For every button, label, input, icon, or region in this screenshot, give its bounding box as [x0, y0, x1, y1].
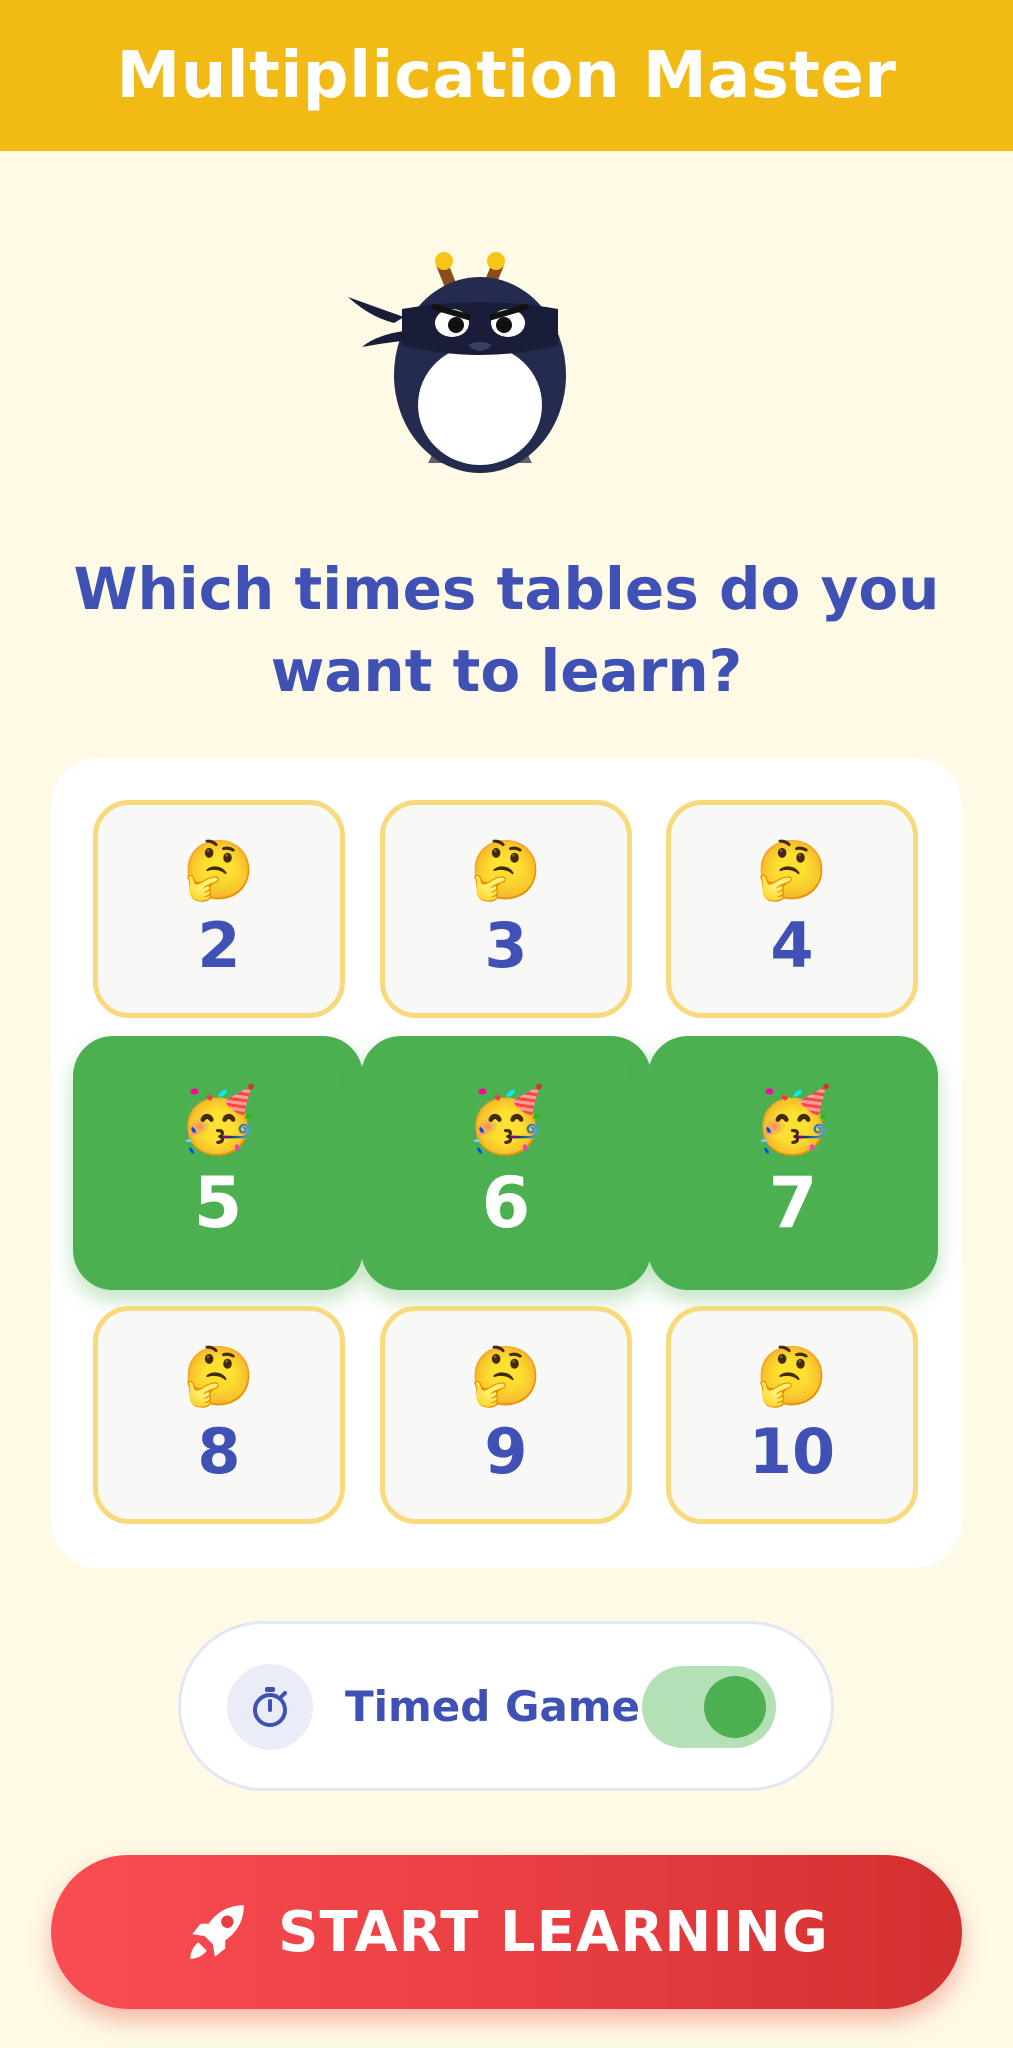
table-number: 10 [748, 1415, 836, 1488]
start-learning-button[interactable]: START LEARNING [51, 1855, 962, 2009]
question-line-1: Which times tables do you [73, 555, 940, 623]
table-option-7[interactable]: 🥳 7 [648, 1036, 938, 1290]
table-option-2[interactable]: 🤔 2 [93, 800, 345, 1018]
question-line-2: want to learn? [270, 637, 743, 705]
timed-game-setting: Timed Game [178, 1621, 834, 1791]
partying-face-icon: 🥳 [753, 1084, 833, 1158]
table-number: 6 [481, 1162, 531, 1244]
partying-face-icon: 🥳 [466, 1084, 546, 1158]
table-number: 3 [484, 909, 528, 982]
table-option-5[interactable]: 🥳 5 [73, 1036, 363, 1290]
toggle-knob [704, 1676, 766, 1738]
timed-game-label: Timed Game [345, 1682, 641, 1731]
partying-face-icon: 🥳 [178, 1084, 258, 1158]
table-option-3[interactable]: 🤔 3 [380, 800, 632, 1018]
timed-game-toggle[interactable] [642, 1666, 776, 1748]
question-heading: Which times tables do you want to learn? [60, 548, 953, 712]
table-number: 7 [768, 1162, 818, 1244]
thinking-face-icon: 🤔 [469, 1342, 543, 1410]
thinking-face-icon: 🤔 [755, 836, 829, 904]
thinking-face-icon: 🤔 [755, 1342, 829, 1410]
start-learning-label: START LEARNING [278, 1899, 829, 1965]
times-table-grid: 🤔 2 🤔 3 🤔 4 🥳 5 🥳 6 🥳 7 🤔 8 🤔 9 🤔 10 [51, 758, 962, 1568]
thinking-face-icon: 🤔 [469, 836, 543, 904]
table-number: 4 [770, 909, 814, 982]
thinking-face-icon: 🤔 [182, 836, 256, 904]
table-option-6[interactable]: 🥳 6 [361, 1036, 651, 1290]
stopwatch-icon [227, 1664, 313, 1750]
table-number: 5 [193, 1162, 243, 1244]
table-number: 8 [197, 1415, 241, 1488]
rocket-icon [190, 1905, 244, 1959]
app-header: Multiplication Master [0, 0, 1013, 151]
thinking-face-icon: 🤔 [182, 1342, 256, 1410]
table-option-8[interactable]: 🤔 8 [93, 1306, 345, 1524]
table-option-4[interactable]: 🤔 4 [666, 800, 918, 1018]
table-option-10[interactable]: 🤔 10 [666, 1306, 918, 1524]
table-number: 9 [484, 1415, 528, 1488]
ninja-penguin-mascot [348, 252, 566, 473]
table-number: 2 [197, 909, 241, 982]
app-title: Multiplication Master [116, 38, 897, 113]
table-option-9[interactable]: 🤔 9 [380, 1306, 632, 1524]
